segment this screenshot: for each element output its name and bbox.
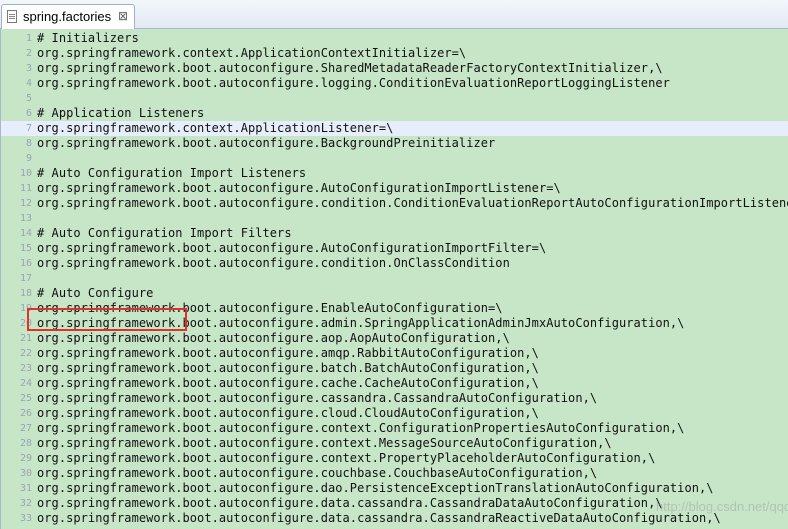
code-line[interactable]: 12 org.springframework.boot.autoconfigure… [1,196,788,211]
code-line[interactable]: 26 org.springframework.boot.autoconfigure… [1,406,788,421]
code-line[interactable]: 17 [1,271,788,286]
text-editor[interactable]: 1 # Initializers 2 org.springframework.cont… [0,29,788,529]
line-number: 6 [25,108,32,119]
line-number: 16 [19,258,32,269]
line-text: # Auto Configure [37,286,154,300]
code-line[interactable]: 29 org.springframework.boot.autoconfigure… [1,451,788,466]
line-text: org.springframework.boot.autoconfigure.c… [37,391,598,405]
line-text: org.springframework.boot.autoconfigure.b… [37,361,539,375]
line-text: org.springframework.boot.autoconfigure.l… [37,76,670,90]
code-lines[interactable]: 1 # Initializers 2 org.springframework.cont… [1,31,788,526]
code-line[interactable]: 3 org.springframework.boot.autoconfigure.… [1,61,788,76]
code-line[interactable]: 23 org.springframework.boot.autoconfigure… [1,361,788,376]
line-number: 21 [19,333,32,344]
code-line[interactable]: 30 org.springframework.boot.autoconfigure… [1,466,788,481]
watermark: http://blog.csdn.net/qqchaozai [656,499,788,514]
file-icon [7,10,17,23]
code-line[interactable]: 28 org.springframework.boot.autoconfigure… [1,436,788,451]
line-number: 1 [25,33,32,44]
line-number: 33 [19,513,32,524]
code-line[interactable]: 16 org.springframework.boot.autoconfigure… [1,256,788,271]
line-number: 10 [19,168,32,179]
line-text: org.springframework.boot.autoconfigure.d… [37,496,663,510]
line-number: 2 [25,48,32,59]
line-text: org.springframework.boot.autoconfigure.c… [37,406,539,420]
code-line[interactable]: 2 org.springframework.context.Application… [1,46,788,61]
code-line[interactable]: 13 [1,211,788,226]
line-text: # Application Listeners [37,106,205,120]
code-line[interactable]: 10 # Auto Configuration Import Listeners [1,166,788,181]
line-number: 14 [19,228,32,239]
line-number: 27 [19,423,32,434]
code-line[interactable]: 21 org.springframework.boot.autoconfigure… [1,331,788,346]
line-number: 28 [19,438,32,449]
line-text: org.springframework.context.ApplicationL… [37,121,394,135]
line-number: 11 [19,183,32,194]
code-line[interactable]: 1 # Initializers [1,31,788,46]
code-line[interactable]: 4 org.springframework.boot.autoconfigure.… [1,76,788,91]
line-number: 5 [25,93,32,104]
code-line[interactable]: 31 org.springframework.boot.autoconfigure… [1,481,788,496]
line-number: 8 [25,138,32,149]
tab-label: spring.factories [23,9,112,24]
code-line[interactable]: 14 # Auto Configuration Import Filters [1,226,788,241]
line-number: 29 [19,453,32,464]
line-number: 15 [19,243,32,254]
line-text: org.springframework.boot.autoconfigure.c… [37,196,788,210]
code-line[interactable]: 18 # Auto Configure [1,286,788,301]
line-text: org.springframework.boot.autoconfigure.c… [37,466,598,480]
line-number: 9 [25,153,32,164]
line-text: org.springframework.context.ApplicationC… [37,46,467,60]
line-text: org.springframework.boot.autoconfigure.c… [37,451,656,465]
code-line[interactable]: 5 [1,91,788,106]
line-text: org.springframework.boot.autoconfigure.a… [37,346,539,360]
line-text: org.springframework.boot.autoconfigure.c… [37,376,539,390]
line-number: 13 [19,213,32,224]
editor-tab-bar: spring.factories ⊠ [0,0,788,29]
line-text: org.springframework.boot.autoconfigure.A… [37,181,561,195]
line-number: 18 [19,288,32,299]
code-line[interactable]: 27 org.springframework.boot.autoconfigure… [1,421,788,436]
line-number: 12 [19,198,32,209]
line-number: 26 [19,408,32,419]
code-line[interactable]: 15 org.springframework.boot.autoconfigure… [1,241,788,256]
line-text: org.springframework.boot.autoconfigure.A… [37,241,547,255]
code-line[interactable]: 9 [1,151,788,166]
line-text: org.springframework.boot.autoconfigure.d… [37,481,714,495]
code-line[interactable]: 22 org.springframework.boot.autoconfigure… [1,346,788,361]
code-line[interactable]: 11 org.springframework.boot.autoconfigure… [1,181,788,196]
tab-spring-factories[interactable]: spring.factories ⊠ [1,4,135,29]
line-text: org.springframework.boot.autoconfigure.c… [37,436,612,450]
line-number: 24 [19,378,32,389]
line-number: 30 [19,468,32,479]
line-number: 23 [19,363,32,374]
code-line[interactable]: 7 org.springframework.context.Application… [1,121,788,136]
code-line[interactable]: 8 org.springframework.boot.autoconfigure.… [1,136,788,151]
line-number: 7 [25,123,32,134]
line-number: 22 [19,348,32,359]
line-text: org.springframework.boot.autoconfigure.c… [37,421,685,435]
line-number: 31 [19,483,32,494]
line-text: org.springframework.boot.autoconfigure.B… [37,136,496,150]
line-text: org.springframework.boot.autoconfigure.a… [37,331,510,345]
code-line[interactable]: 25 org.springframework.boot.autoconfigure… [1,391,788,406]
line-number: 25 [19,393,32,404]
line-text: org.springframework.boot.autoconfigure.S… [37,61,663,75]
code-line[interactable]: 6 # Application Listeners [1,106,788,121]
line-text: # Auto Configuration Import Listeners [37,166,307,180]
line-text: org.springframework.boot.autoconfigure.c… [37,256,510,270]
code-line[interactable]: 24 org.springframework.boot.autoconfigure… [1,376,788,391]
line-number: 32 [19,498,32,509]
line-number: 4 [25,78,32,89]
line-text: org.springframework.boot.autoconfigure.d… [37,511,721,525]
line-number: 17 [19,273,32,284]
line-text: # Auto Configuration Import Filters [37,226,292,240]
line-number: 3 [25,63,32,74]
close-icon[interactable]: ⊠ [118,9,128,23]
line-text: # Initializers [37,31,139,45]
highlight-annotation-box [27,308,187,331]
